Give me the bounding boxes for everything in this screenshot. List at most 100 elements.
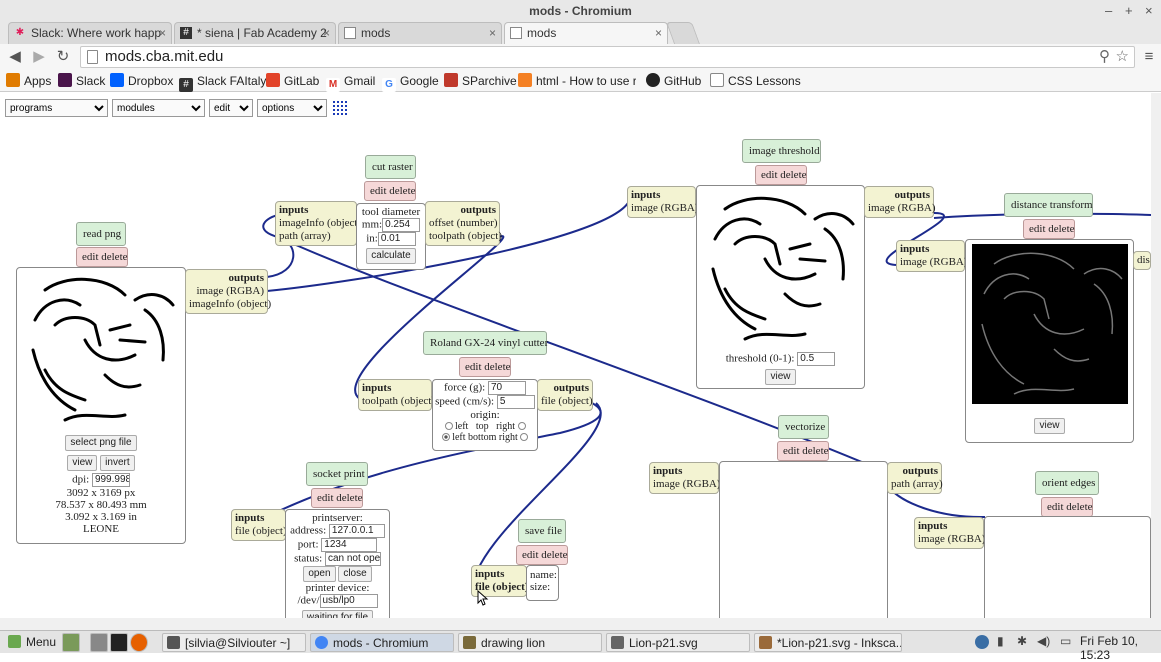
taskbar-lion-svg[interactable]: Lion-p21.svg — [606, 633, 750, 652]
minimize-button[interactable]: – — [1105, 0, 1112, 22]
roland-inputs[interactable]: inputs toolpath (object) — [358, 379, 435, 411]
close-tab-icon[interactable]: × — [323, 23, 330, 43]
clock[interactable]: Fri Feb 10, 15:23 — [1080, 634, 1161, 662]
vertical-scrollbar[interactable] — [1151, 93, 1161, 618]
terminal-icon[interactable] — [110, 633, 128, 652]
read-png-title[interactable]: read png — [76, 222, 126, 246]
bookmark-slack[interactable]: Slack — [58, 73, 105, 89]
distance-transform-edit-delete[interactable]: edit delete — [1023, 219, 1075, 239]
tab-mods-1[interactable]: mods × — [338, 22, 502, 44]
force-input[interactable]: 70 — [487, 381, 526, 395]
forward-icon[interactable]: ▶ — [30, 47, 48, 67]
input-path[interactable]: path (array) — [279, 230, 353, 243]
zoom-icon[interactable]: ⚲ — [1099, 47, 1110, 67]
calculate-button[interactable]: calculate — [366, 248, 416, 264]
view-button[interactable]: view — [67, 455, 98, 471]
image-threshold-inputs[interactable]: inputs image (RGBA) — [627, 186, 699, 218]
input-toolpath[interactable]: toolpath (object) — [362, 395, 435, 408]
input-image[interactable]: image (RGBA) — [653, 478, 721, 491]
vectorize-edit-delete[interactable]: edit delete — [777, 441, 829, 461]
origin-right-bottom-radio[interactable] — [520, 433, 529, 441]
image-threshold-outputs[interactable]: outputs image (RGBA) — [864, 186, 936, 218]
bookmark-apps[interactable]: Apps — [6, 73, 51, 89]
output-file[interactable]: file (object) — [541, 395, 593, 408]
output-offset[interactable]: offset (number) — [429, 217, 498, 230]
star-icon[interactable]: ☆ — [1116, 47, 1129, 67]
tab-mods-active[interactable]: mods × — [504, 22, 668, 45]
bluetooth-icon[interactable]: ✱ — [1017, 634, 1027, 648]
close-tab-icon[interactable]: × — [159, 23, 166, 43]
roland-title[interactable]: Roland GX-24 vinyl cutter — [423, 331, 548, 355]
tool-in-input[interactable]: 0.01 — [377, 232, 416, 246]
view-button[interactable]: view — [1034, 418, 1065, 434]
bookmark-google[interactable]: G Google — [382, 73, 439, 92]
read-png-edit-delete[interactable]: edit delete — [76, 247, 128, 267]
battery-icon[interactable]: ▭ — [1060, 634, 1071, 648]
device-input[interactable]: usb/lp0 — [319, 594, 378, 608]
bookmark-gmail[interactable]: M Gmail — [326, 73, 375, 92]
input-imageinfo[interactable]: imageInfo (object) — [279, 217, 361, 230]
port-input[interactable]: 1234 — [321, 538, 378, 552]
taskbar-terminal[interactable]: [silvia@Silviouter ~] — [162, 633, 306, 652]
taskbar-drawing-lion[interactable]: drawing lion — [458, 633, 602, 652]
roland-edit-delete[interactable]: edit delete — [459, 357, 511, 377]
orient-edges-edit-delete[interactable]: edit delete — [1041, 497, 1093, 517]
close-tab-icon[interactable]: × — [489, 23, 496, 43]
distance-transform-title[interactable]: distance transform — [1004, 193, 1093, 217]
vectorize-title[interactable]: vectorize — [778, 415, 829, 439]
cut-raster-edit-delete[interactable]: edit delete — [364, 181, 416, 201]
output-image[interactable]: image (RGBA) — [189, 285, 264, 298]
cut-raster-title[interactable]: cut raster — [365, 155, 416, 179]
back-icon[interactable]: ◀ — [6, 47, 24, 67]
input-image[interactable]: image (RGBA) — [631, 202, 699, 215]
distance-transform-outputs-partial[interactable]: dis — [1133, 251, 1151, 270]
output-toolpath[interactable]: toolpath (object) — [429, 230, 502, 243]
input-image[interactable]: image (RGBA) — [900, 256, 968, 269]
dpi-input[interactable]: 999.998 — [91, 473, 130, 487]
cut-raster-outputs[interactable]: outputs offset (number) toolpath (object… — [425, 201, 502, 246]
new-tab-button[interactable] — [665, 22, 701, 44]
menu-icon[interactable]: ≡ — [1140, 47, 1158, 67]
bookmark-dropbox[interactable]: Dropbox — [110, 73, 173, 89]
select-png-file-button[interactable]: select png file — [65, 435, 137, 451]
horizontal-scrollbar[interactable] — [0, 618, 1161, 630]
close-tab-icon[interactable]: × — [655, 23, 662, 43]
output-image[interactable]: image (RGBA) — [868, 202, 936, 215]
distance-transform-inputs[interactable]: inputs image (RGBA) — [896, 240, 968, 272]
origin-right-top-radio[interactable] — [517, 422, 526, 430]
image-threshold-title[interactable]: image threshold — [742, 139, 821, 163]
close-window-button[interactable]: × — [1145, 0, 1153, 22]
roland-outputs[interactable]: outputs file (object) — [537, 379, 593, 411]
save-file-edit-delete[interactable]: edit delete — [516, 545, 568, 565]
show-desktop-icon[interactable] — [62, 633, 80, 652]
socket-print-title[interactable]: socket print — [306, 462, 368, 486]
orient-edges-title[interactable]: orient edges — [1035, 471, 1099, 495]
bookmark-slack-faitaly[interactable]: # Slack FAItaly — [179, 73, 266, 92]
taskbar-inkscape[interactable]: *Lion-p21.svg - Inksca... — [754, 633, 902, 652]
files-icon[interactable] — [90, 633, 108, 652]
origin-left-top-radio[interactable] — [444, 422, 453, 430]
open-button[interactable]: open — [303, 566, 336, 582]
speed-input[interactable]: 5 — [496, 395, 535, 409]
invert-button[interactable]: invert — [100, 455, 135, 471]
input-file[interactable]: file (object) — [235, 525, 287, 538]
save-file-title[interactable]: save file — [518, 519, 566, 543]
tool-mm-input[interactable]: 0.254 — [382, 218, 421, 232]
view-button[interactable]: view — [765, 369, 796, 385]
close-button[interactable]: close — [338, 566, 372, 582]
reload-icon[interactable]: ↻ — [54, 47, 72, 67]
output-path[interactable]: path (array) — [891, 478, 943, 491]
cut-raster-inputs[interactable]: inputs imageInfo (object) path (array) — [275, 201, 361, 246]
firefox-icon[interactable] — [130, 633, 148, 652]
bookmark-css-lessons[interactable]: CSS Lessons — [710, 73, 801, 89]
tab-siena[interactable]: # * siena | Fab Academy 2 × — [174, 22, 336, 44]
vectorize-inputs[interactable]: inputs image (RGBA) — [649, 462, 721, 494]
bookmark-html[interactable]: html - How to use re — [518, 73, 636, 89]
address-input[interactable]: 127.0.0.1 — [328, 524, 385, 538]
waiting-for-file-button[interactable]: waiting for file — [301, 610, 374, 618]
image-threshold-edit-delete[interactable]: edit delete — [755, 165, 807, 185]
start-menu-button[interactable]: Menu — [4, 633, 58, 652]
maximize-button[interactable]: + — [1125, 0, 1133, 22]
bookmark-github[interactable]: GitHub — [646, 73, 701, 89]
tab-slack[interactable]: ✱ Slack: Where work happ × — [8, 22, 172, 44]
